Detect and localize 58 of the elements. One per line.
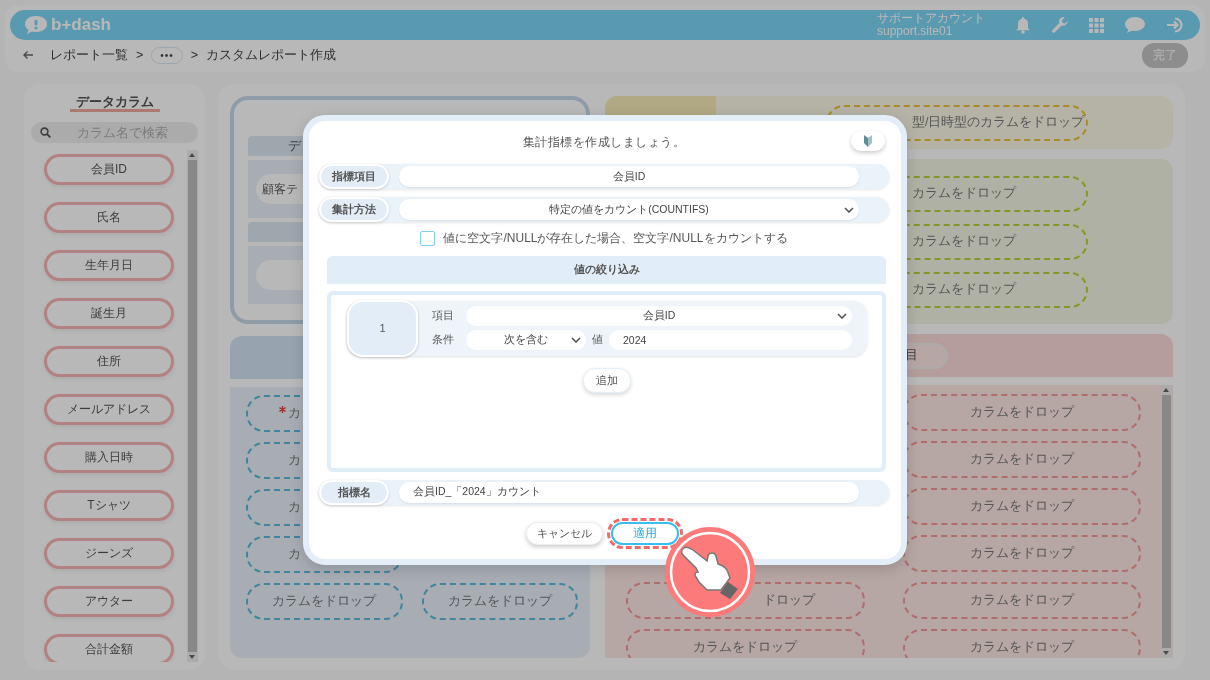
drop-zone[interactable]: カラムをドロップ <box>626 629 865 658</box>
cancel-button[interactable]: キャンセル <box>525 522 603 545</box>
chevron-down-icon <box>571 337 581 344</box>
column-chip[interactable]: アウター <box>44 586 174 617</box>
column-chip[interactable]: ジーンズ <box>44 538 174 569</box>
breadcrumb-link[interactable]: レポート一覧 <box>50 46 128 64</box>
breadcrumb-separator: > <box>190 48 199 62</box>
bell-icon[interactable] <box>1015 16 1031 34</box>
drop-zone[interactable]: カラムをドロップ <box>421 583 578 620</box>
chevron-down-icon <box>844 206 854 213</box>
metric-item-field[interactable]: 会員ID <box>399 166 859 188</box>
account-id: support.site01 <box>877 25 954 38</box>
wrench-icon[interactable] <box>1051 16 1069 34</box>
add-button[interactable]: 追加 <box>583 367 631 393</box>
filter-number: 1 <box>347 299 418 357</box>
column-chip[interactable]: メールアドレス <box>44 394 174 425</box>
chat-bubble-icon[interactable] <box>1124 16 1146 34</box>
field-label: 値 <box>592 333 603 348</box>
condition-select[interactable]: 次を含む <box>466 330 586 351</box>
checkbox-label: 値に空文字/NULLが存在した場合、空文字/NULLをカウントする <box>443 230 788 248</box>
column-chip[interactable]: Tシャツ <box>44 490 174 521</box>
grid-icon[interactable] <box>1089 17 1104 33</box>
modal-title: 集計指標を作成しましょう。 <box>522 134 686 152</box>
item-select[interactable]: 会員ID <box>466 306 852 327</box>
section-header: 値の絞り込み <box>327 255 886 284</box>
more-button[interactable]: ••• <box>151 46 183 64</box>
drop-zone[interactable]: カラムをドロップ <box>902 629 1141 658</box>
column-chip[interactable]: 購入日時 <box>44 442 174 473</box>
column-chip[interactable]: 氏名 <box>44 202 174 233</box>
column-chip[interactable]: 合計金額 <box>44 634 174 662</box>
field-label: 指標名 <box>319 480 389 505</box>
column-chip[interactable]: 生年月日 <box>44 250 174 281</box>
field-label: 項目 <box>432 309 455 324</box>
field-label: 集計方法 <box>319 197 389 223</box>
search-icon <box>40 127 51 138</box>
column-chip[interactable]: 会員ID <box>44 154 174 185</box>
logo-icon <box>24 15 48 35</box>
beginner-mark-button[interactable] <box>851 131 885 151</box>
column-chip[interactable]: 誕生月 <box>44 298 174 329</box>
metric-name-field[interactable]: 会員ID_「2024」カウント <box>399 482 859 503</box>
back-arrow-icon[interactable] <box>22 50 34 60</box>
account-label: サポートアカウント <box>877 12 985 25</box>
sidebar-title: データカラム <box>69 94 160 112</box>
breadcrumb-current: カスタムレポート作成 <box>206 46 337 64</box>
value-field[interactable]: 2024 <box>609 330 852 351</box>
field-label: 指標項目 <box>319 164 389 190</box>
chevron-down-icon <box>837 313 847 320</box>
leaf-mark-icon <box>863 135 873 147</box>
section-label: デ <box>288 137 301 155</box>
breadcrumb-separator: > <box>136 48 144 62</box>
scrollbar[interactable] <box>187 150 198 662</box>
column-chip[interactable]: 住所 <box>44 346 174 377</box>
scrollbar[interactable] <box>1161 385 1172 658</box>
drop-zone[interactable]: カラムをドロップ <box>902 582 1141 619</box>
aggregation-select[interactable]: 特定の値をカウント(COUNTIFS) <box>399 199 859 221</box>
drop-zone[interactable]: カラムをドロップ <box>246 583 403 620</box>
checkbox[interactable] <box>420 231 436 247</box>
field-label: 条件 <box>432 333 455 348</box>
